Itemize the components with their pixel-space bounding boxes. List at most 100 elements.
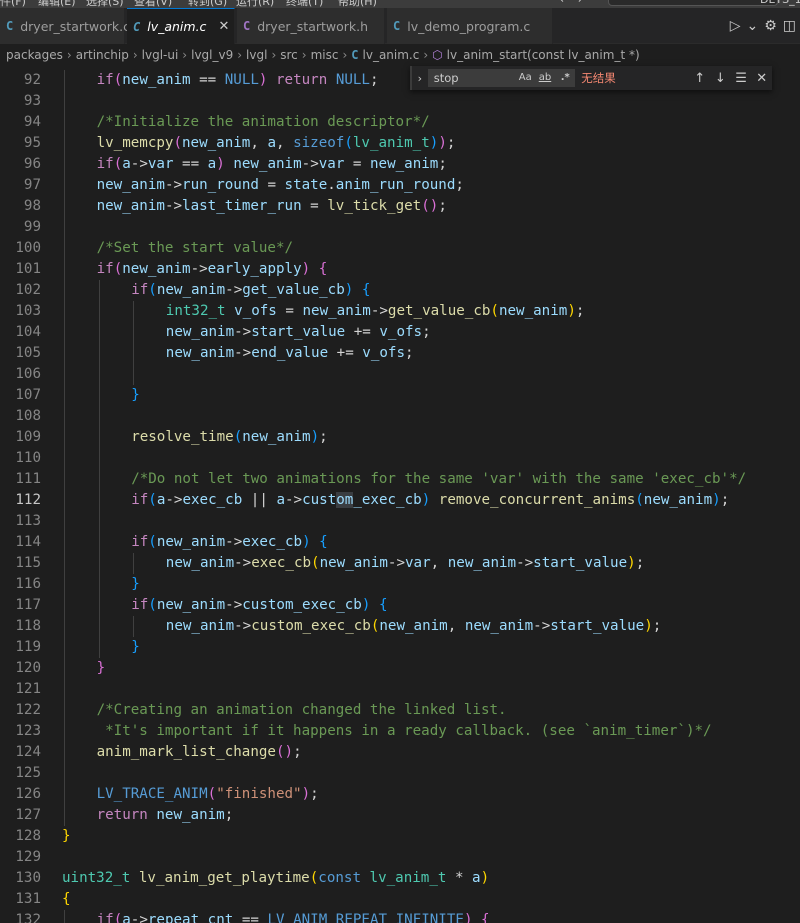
menu-item[interactable]: 件(F): [0, 0, 26, 8]
code-line[interactable]: 113: [0, 511, 800, 532]
menu-item[interactable]: 编辑(E): [38, 0, 76, 8]
close-icon[interactable]: ✕: [218, 19, 229, 34]
next-match-icon[interactable]: ↓: [710, 71, 731, 86]
code-line[interactable]: 131 {: [0, 889, 800, 910]
code-line[interactable]: 101 if(new_anim->early_apply) {: [0, 259, 800, 280]
code-editor[interactable]: 92 if(new_anim == NULL) return NULL; 93 94/…: [0, 70, 800, 923]
code-line[interactable]: 122 /*Creating an animation changed the l…: [0, 700, 800, 721]
code-line[interactable]: 93: [0, 91, 800, 112]
previous-match-icon[interactable]: ↑: [689, 71, 710, 86]
code-line[interactable]: 95 lv_memcpy(new_anim, a, sizeof(lv_anim_…: [0, 133, 800, 154]
code-line[interactable]: 124 anim_mark_list_change();: [0, 742, 800, 763]
code-token: =: [258, 177, 285, 193]
code-token: +=: [345, 324, 380, 340]
code-token: ->: [130, 912, 148, 923]
code-line[interactable]: 98 new_anim->last_timer_run = lv_tick_get…: [0, 196, 800, 217]
regex-icon[interactable]: .*: [561, 72, 570, 83]
code-line[interactable]: 110: [0, 448, 800, 469]
code-line[interactable]: 112 if(a->exec_cb || a->custom_exec_cb) r…: [0, 490, 800, 511]
code-line[interactable]: 97 new_anim->run_round = state.anim_run_r…: [0, 175, 800, 196]
close-find-icon[interactable]: ✕: [751, 71, 772, 86]
breadcrumb-folder[interactable]: misc: [311, 48, 339, 62]
code-token: ): [216, 156, 225, 172]
code-line[interactable]: 126 LV_TRACE_ANIM("finished");: [0, 784, 800, 805]
indent-guide: [64, 91, 65, 112]
code-line[interactable]: 128}: [0, 826, 800, 847]
code-token: last_timer_run: [182, 198, 302, 214]
code-line[interactable]: 132 if(a->repeat_cnt == LV_ANIM_REPEAT_IN…: [0, 910, 800, 923]
code-line[interactable]: 96 if(a->var == a) new_anim->var = new_an…: [0, 154, 800, 175]
indent-guide: [64, 343, 65, 364]
menu-item[interactable]: 终端(T): [286, 0, 323, 8]
code-line[interactable]: 115 new_anim->exec_cb(new_anim->var, new_…: [0, 553, 800, 574]
run-dropdown-icon[interactable]: ⌄: [746, 18, 758, 34]
code-line[interactable]: 99: [0, 217, 800, 238]
nav-arrows[interactable]: ← →: [560, 0, 582, 6]
code-line[interactable]: 106: [0, 364, 800, 385]
code-line[interactable]: 123 *It's important if it happens in a r…: [0, 721, 800, 742]
indent-guide: [98, 364, 100, 385]
code-text: new_anim->custom_exec_cb(new_anim, new_a…: [166, 616, 662, 637]
settings-icon[interactable]: ⚙: [764, 18, 777, 34]
menu-item[interactable]: 运行(R): [236, 0, 274, 8]
code-line[interactable]: 125: [0, 763, 800, 784]
split-editor-icon[interactable]: ◫: [783, 18, 796, 34]
indent-guide: [64, 658, 65, 679]
code-token: repeat_cnt: [147, 912, 234, 923]
tab-dryer-startwork-h[interactable]: Cdryer_startwork.h: [237, 8, 385, 44]
code-token: new_anim: [156, 807, 225, 823]
code-line[interactable]: 127 return new_anim;: [0, 805, 800, 826]
menu-item[interactable]: 转到(G): [188, 0, 227, 8]
code-line[interactable]: 129: [0, 847, 800, 868]
breadcrumb-symbol[interactable]: lv_anim_start(const lv_anim_t *): [447, 48, 640, 62]
toggle-replace-icon[interactable]: ›: [412, 72, 428, 85]
line-number: 102: [15, 282, 41, 298]
tab-lv-anim-c[interactable]: Clv_anim.c ✕: [127, 8, 235, 44]
whole-word-icon[interactable]: ab: [539, 72, 551, 83]
code-line[interactable]: 130 uint32_t lv_anim_get_playtime(const l…: [0, 868, 800, 889]
code-line[interactable]: 117 if(new_anim->custom_exec_cb) {: [0, 595, 800, 616]
code-line[interactable]: 100 /*Set the start value*/: [0, 238, 800, 259]
run-icon[interactable]: ▷: [730, 18, 741, 34]
tab-dryer-startwork-c[interactable]: Cdryer_startwork.c: [0, 8, 130, 44]
code-line[interactable]: 108: [0, 406, 800, 427]
match-case-icon[interactable]: Aa: [519, 72, 532, 83]
menu-item[interactable]: 帮助(H): [338, 0, 377, 8]
breadcrumb-folder[interactable]: lvgl: [246, 48, 267, 62]
code-line[interactable]: 111 /*Do not let two animations for the s…: [0, 469, 800, 490]
line-number: 123: [15, 723, 41, 739]
tab-lv-demo-program-c[interactable]: Clv_demo_program.c: [387, 8, 553, 44]
breadcrumb-folder[interactable]: src: [280, 48, 298, 62]
command-center-search[interactable]: [608, 0, 778, 6]
breadcrumb-folder[interactable]: packages: [6, 48, 63, 62]
indent-guide: [133, 616, 135, 637]
breadcrumb-folder[interactable]: lvgl_v9: [191, 48, 233, 62]
code-token: new_anim: [122, 72, 191, 88]
code-line[interactable]: 103 int32_t v_ofs = new_anim->get_value_c…: [0, 301, 800, 322]
code-token: int32_t: [165, 303, 226, 319]
find-input[interactable]: stop Aa ab .*: [427, 69, 576, 87]
code-token: ): [712, 492, 721, 508]
breadcrumb-folder[interactable]: artinchip: [76, 48, 129, 62]
code-line[interactable]: 118 new_anim->custom_exec_cb(new_anim, ne…: [0, 616, 800, 637]
find-in-selection-icon[interactable]: ☰: [731, 71, 752, 86]
menu-item[interactable]: 查看(V): [134, 0, 172, 8]
code-line[interactable]: 94 /*Initialize the animation descriptor*…: [0, 112, 800, 133]
code-token: run_round: [182, 177, 259, 193]
code-line[interactable]: 105 new_anim->end_value += v_ofs;: [0, 343, 800, 364]
code-line[interactable]: 104 new_anim->start_value += v_ofs;: [0, 322, 800, 343]
code-token: new_anim: [122, 261, 191, 277]
code-token: ,: [250, 135, 268, 151]
breadcrumb-folder[interactable]: lvgl-ui: [142, 48, 179, 62]
code-line[interactable]: 121: [0, 679, 800, 700]
menu-item[interactable]: 选择(S): [86, 0, 124, 8]
code-line[interactable]: 114 if(new_anim->exec_cb) {: [0, 532, 800, 553]
code-line[interactable]: 109 resolve_time(new_anim);: [0, 427, 800, 448]
code-line[interactable]: 120}: [0, 658, 800, 679]
breadcrumb-file[interactable]: lv_anim.c: [363, 48, 420, 62]
code-line[interactable]: 119}: [0, 637, 800, 658]
code-line[interactable]: 102 if(new_anim->get_value_cb) {: [0, 280, 800, 301]
code-line[interactable]: 116}: [0, 574, 800, 595]
code-line[interactable]: 107}: [0, 385, 800, 406]
find-result-status: 无结果: [581, 71, 616, 85]
